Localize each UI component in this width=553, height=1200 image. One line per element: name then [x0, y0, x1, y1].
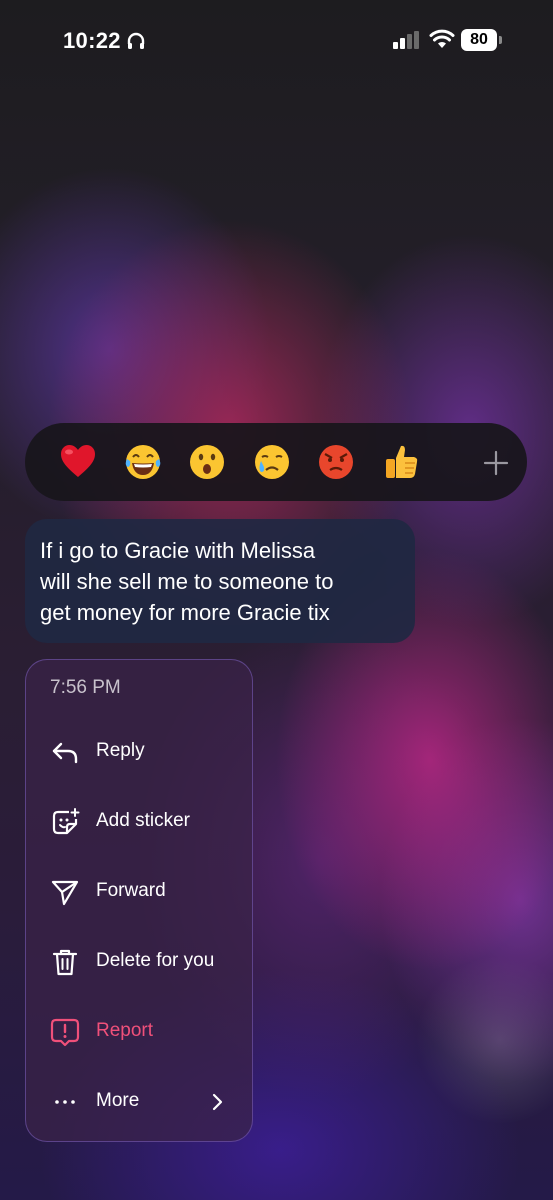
surprised-emoji[interactable]: [187, 442, 227, 482]
message-line: If i go to Gracie with Melissa: [40, 538, 316, 563]
reaction-bar: [25, 423, 527, 501]
status-bar: 10:22 80: [0, 0, 553, 84]
sticker-icon: [52, 808, 80, 835]
forward-icon: [51, 880, 79, 906]
status-time: 10:22: [63, 28, 121, 53]
heart-emoji[interactable]: [58, 442, 98, 482]
menu-item-label: Report: [96, 1020, 154, 1041]
battery-indicator: 80: [461, 29, 503, 51]
menu-item-reply[interactable]: Reply: [26, 722, 252, 780]
headphones-icon: [127, 32, 145, 49]
crying-emoji[interactable]: [252, 442, 292, 482]
menu-item-forward[interactable]: Forward: [26, 862, 252, 920]
battery-level: 80: [461, 29, 497, 51]
trash-icon: [52, 949, 78, 976]
menu-item-add-sticker[interactable]: Add sticker: [26, 792, 252, 850]
message-line: get money for more Gracie tix: [40, 600, 330, 625]
chevron-right-icon: [212, 1093, 223, 1111]
menu-item-label: Delete for you: [96, 950, 215, 971]
menu-item-more[interactable]: More: [26, 1072, 252, 1130]
battery-tip: [499, 36, 502, 44]
menu-item-label: More: [96, 1090, 140, 1111]
report-icon: [50, 1018, 80, 1047]
signal-icon: [393, 31, 419, 49]
menu-item-report[interactable]: Report: [26, 1002, 252, 1060]
message-bubble[interactable]: If i go to Gracie with Melissa will she …: [25, 519, 415, 643]
more-icon: [55, 1100, 75, 1104]
laughing-emoji[interactable]: [123, 442, 163, 482]
menu-item-label: Forward: [96, 880, 166, 901]
message-timestamp: 7:56 PM: [50, 677, 121, 698]
message-context-menu: 7:56 PM Reply Add sticker Forward Delete…: [25, 659, 253, 1142]
add-reaction-icon[interactable]: [483, 450, 509, 476]
menu-item-label: Add sticker: [96, 810, 190, 831]
reply-icon: [52, 742, 78, 764]
thumbs-up-emoji[interactable]: [381, 442, 421, 482]
message-line: will she sell me to someone to: [40, 569, 334, 594]
angry-emoji[interactable]: [316, 442, 356, 482]
menu-item-label: Reply: [96, 740, 145, 761]
wifi-icon: [429, 29, 455, 48]
menu-item-delete[interactable]: Delete for you: [26, 932, 252, 990]
